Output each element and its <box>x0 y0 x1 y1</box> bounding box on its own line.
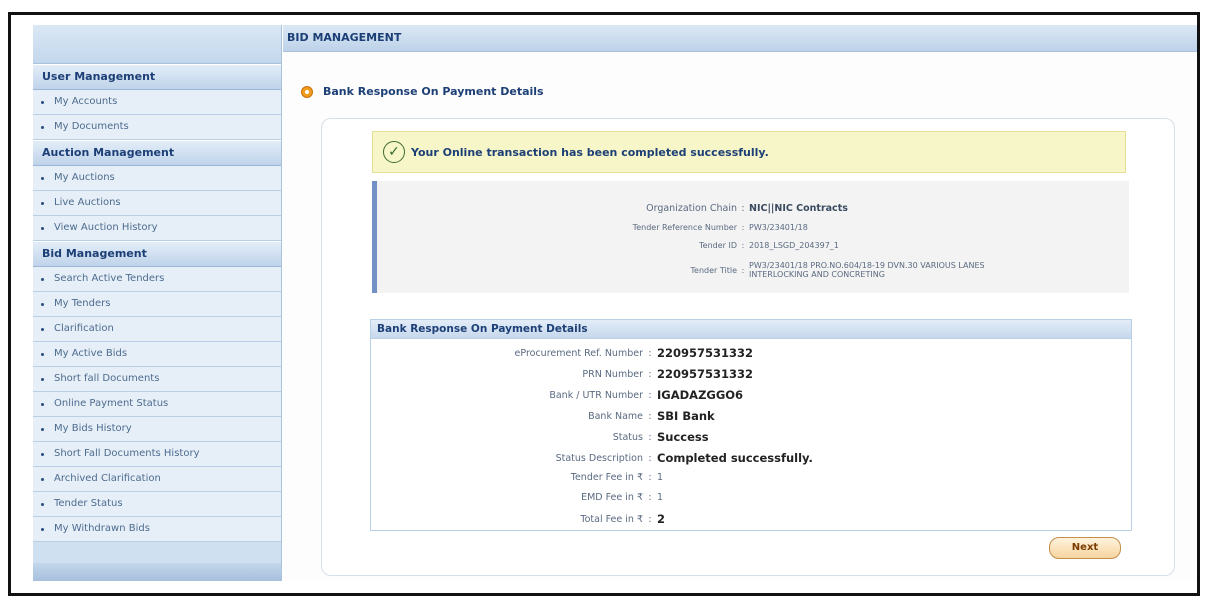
organization-chain-row: Organization Chain : NIC||NIC Contracts <box>646 203 848 214</box>
sidebar-item-search-active-tenders[interactable]: Search Active Tenders <box>33 267 281 292</box>
tender-reference-row: Tender Reference Number : PW3/23401/18 <box>632 223 808 232</box>
sidebar-item-my-accounts[interactable]: My Accounts <box>33 90 281 115</box>
payment-details-box: Bank Response On Payment Details eProcur… <box>370 319 1132 531</box>
sidebar-item-tender-status[interactable]: Tender Status <box>33 492 281 517</box>
payment-row: Tender Fee in ₹ : 1 <box>570 472 664 483</box>
success-message: Your Online transaction has been complet… <box>411 145 769 159</box>
bullet-icon <box>41 527 44 531</box>
sidebar-item-clarification[interactable]: Clarification <box>33 317 281 342</box>
orange-dot-icon <box>301 85 313 98</box>
sidebar-item-view-auction-history[interactable]: View Auction History <box>33 216 281 241</box>
tender-details-box: Organization Chain : NIC||NIC Contracts … <box>372 181 1129 293</box>
sidebar-footer <box>33 563 281 581</box>
sidebar-item-online-payment-status[interactable]: Online Payment Status <box>33 392 281 417</box>
bullet-icon <box>41 125 44 129</box>
sidebar-item-my-documents[interactable]: My Documents <box>33 115 281 140</box>
sidebar-item-my-auctions[interactable]: My Auctions <box>33 166 281 191</box>
bullet-icon <box>41 477 44 481</box>
tender-title-line-2: INTERLOCKING AND CONCRETING <box>749 270 885 279</box>
payment-row: Status : Success <box>612 430 709 444</box>
sidebar-item-my-withdrawn-bids[interactable]: My Withdrawn Bids <box>33 517 281 542</box>
tender-title-row: Tender Title : PW3/23401/18 PRO.NO.604/1… <box>690 261 985 279</box>
sidebar-item-short-fall-documents-history[interactable]: Short Fall Documents History <box>33 442 281 467</box>
screenshot-frame: User Management My Accounts My Documents… <box>8 12 1200 596</box>
sidebar-cap <box>33 25 281 64</box>
payment-row: Total Fee in ₹ : 2 <box>580 512 666 526</box>
bullet-icon <box>41 302 44 306</box>
tender-id-row: Tender ID : 2018_LSGD_204397_1 <box>699 241 839 250</box>
payment-row: Bank Name : SBI Bank <box>588 409 715 423</box>
payment-row: Status Description : Completed successfu… <box>555 451 813 465</box>
sidebar-header-bid-management: Bid Management <box>33 241 281 267</box>
check-circle-icon: ✓ <box>383 141 405 163</box>
sidebar-item-my-active-bids[interactable]: My Active Bids <box>33 342 281 367</box>
page-title: BID MANAGEMENT <box>283 25 1197 52</box>
bullet-icon <box>41 100 44 104</box>
sidebar-item-live-auctions[interactable]: Live Auctions <box>33 191 281 216</box>
bullet-icon <box>41 327 44 331</box>
bullet-icon <box>41 377 44 381</box>
bullet-icon <box>41 427 44 431</box>
content-card: ✓ Your Online transaction has been compl… <box>321 118 1175 576</box>
tender-title-line-1: PW3/23401/18 PRO.NO.604/18-19 DVN.30 VAR… <box>749 261 985 270</box>
sidebar-item-short-fall-documents[interactable]: Short fall Documents <box>33 367 281 392</box>
bullet-icon <box>41 402 44 406</box>
payment-row: PRN Number : 220957531332 <box>582 367 754 381</box>
sidebar-item-archived-clarification[interactable]: Archived Clarification <box>33 467 281 492</box>
bullet-icon <box>41 201 44 205</box>
sidebar-item-my-tenders[interactable]: My Tenders <box>33 292 281 317</box>
top-strip <box>0 0 1207 12</box>
payment-row: Bank / UTR Number : IGADAZGGO6 <box>549 388 744 402</box>
payment-row: eProcurement Ref. Number : 220957531332 <box>514 346 754 360</box>
bullet-icon <box>41 352 44 356</box>
payment-row: EMD Fee in ₹ : 1 <box>581 492 664 503</box>
bullet-icon <box>41 502 44 506</box>
bullet-icon <box>41 176 44 180</box>
sidebar: User Management My Accounts My Documents… <box>33 25 282 581</box>
payment-details-title: Bank Response On Payment Details <box>371 320 1131 339</box>
next-button[interactable]: Next <box>1049 537 1121 559</box>
sidebar-header-auction-management: Auction Management <box>33 140 281 166</box>
section-title: Bank Response On Payment Details <box>301 85 544 98</box>
success-message-box: ✓ Your Online transaction has been compl… <box>372 131 1126 173</box>
bullet-icon <box>41 226 44 230</box>
bullet-icon <box>41 452 44 456</box>
bullet-icon <box>41 277 44 281</box>
sidebar-item-my-bids-history[interactable]: My Bids History <box>33 417 281 442</box>
sidebar-header-user-management: User Management <box>33 64 281 90</box>
main-content: BID MANAGEMENT Bank Response On Payment … <box>283 25 1197 581</box>
